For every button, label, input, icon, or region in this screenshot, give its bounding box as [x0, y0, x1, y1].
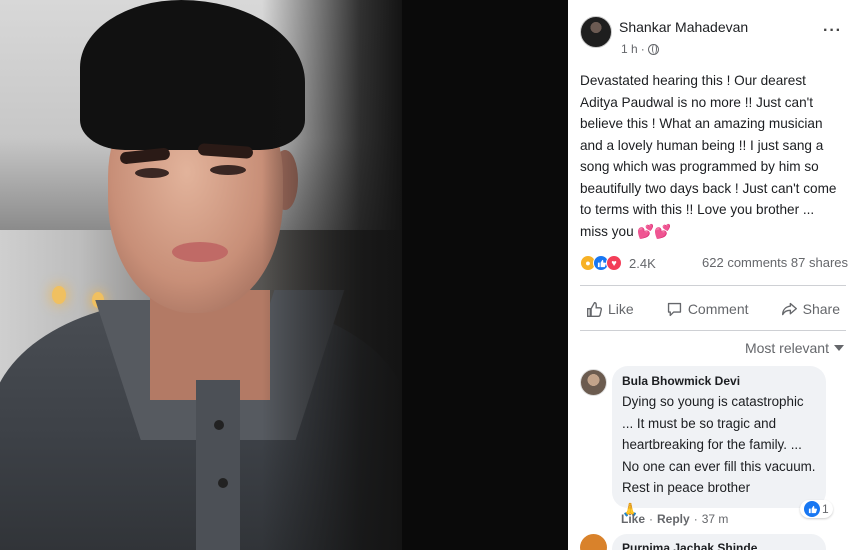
sort-label: Most relevant	[744, 340, 829, 356]
comment-button-label: Comment	[687, 301, 749, 317]
photo-shirt-button	[214, 420, 224, 430]
caret-down-icon	[834, 345, 844, 351]
commenter-name[interactable]: Bula Bhowmick Devi	[622, 374, 816, 388]
thumbs-up-icon	[587, 301, 603, 317]
divider	[580, 330, 846, 331]
post-time[interactable]: 1 h	[621, 42, 638, 56]
photo-eye	[210, 165, 246, 175]
like-button[interactable]: Like	[580, 301, 640, 318]
love-icon: ♥	[606, 255, 622, 271]
post-header: Shankar Mahadevan 1 h · ···	[580, 14, 842, 62]
photo-mouth	[172, 242, 228, 262]
comment-text: Dying so young is catastrophic ... It mu…	[622, 394, 816, 517]
share-icon	[781, 302, 797, 315]
post-stats: 622 comments 87 shares	[702, 255, 848, 270]
reactions-bar: ● ♥ 2.4K 622 comments 87 shares	[580, 252, 848, 274]
commenter-avatar[interactable]	[580, 534, 607, 550]
comment-bubble: Bula Bhowmick Devi Dying so young is cat…	[612, 366, 826, 517]
reaction-icons[interactable]: ● ♥	[580, 255, 622, 271]
post-text: Devastated hearing this ! Our dearest Ad…	[580, 73, 837, 239]
comment-sort-dropdown[interactable]: Most relevant	[745, 340, 844, 356]
facebook-post-panel: Shankar Mahadevan 1 h · ··· Devastated h…	[568, 0, 850, 550]
like-icon	[804, 501, 820, 517]
more-options-icon[interactable]: ···	[823, 22, 842, 40]
comment-time[interactable]: 37 m	[702, 512, 729, 526]
profile-photo	[0, 0, 402, 550]
comment-actions: Like · Reply · 37 m	[621, 512, 729, 526]
share-button[interactable]: Share	[775, 301, 846, 318]
share-button-label: Share	[802, 301, 840, 317]
comment-bubble: Purnima Jachak Shinde	[612, 534, 826, 550]
dark-gap	[402, 0, 568, 550]
commenter-avatar[interactable]	[580, 369, 607, 396]
comment-like-link[interactable]: Like	[621, 512, 645, 526]
comment-icon	[667, 302, 681, 316]
commenter-name[interactable]: Purnima Jachak Shinde	[622, 541, 816, 550]
photo-lamp-glow	[52, 286, 66, 304]
divider	[580, 285, 846, 286]
comment-reaction-badge[interactable]: 1	[800, 500, 833, 518]
shares-count[interactable]: 87 shares	[791, 255, 848, 270]
photo-shirt-placket	[196, 380, 240, 550]
post-actions: Like Comment Share	[580, 292, 846, 326]
photo-shadow	[262, 0, 402, 550]
globe-icon	[647, 43, 659, 55]
author-avatar[interactable]	[580, 16, 612, 48]
comment-button[interactable]: Comment	[660, 301, 755, 318]
photo-eye	[135, 168, 169, 178]
comment-reply-link[interactable]: Reply	[657, 512, 690, 526]
photo-shirt-button	[218, 478, 228, 488]
author-name[interactable]: Shankar Mahadevan	[619, 19, 748, 35]
comments-count[interactable]: 622 comments	[702, 255, 787, 270]
post-meta: 1 h ·	[621, 42, 659, 56]
comment-like-count: 1	[822, 502, 829, 516]
like-button-label: Like	[608, 301, 634, 317]
reactions-count[interactable]: 2.4K	[629, 256, 656, 271]
